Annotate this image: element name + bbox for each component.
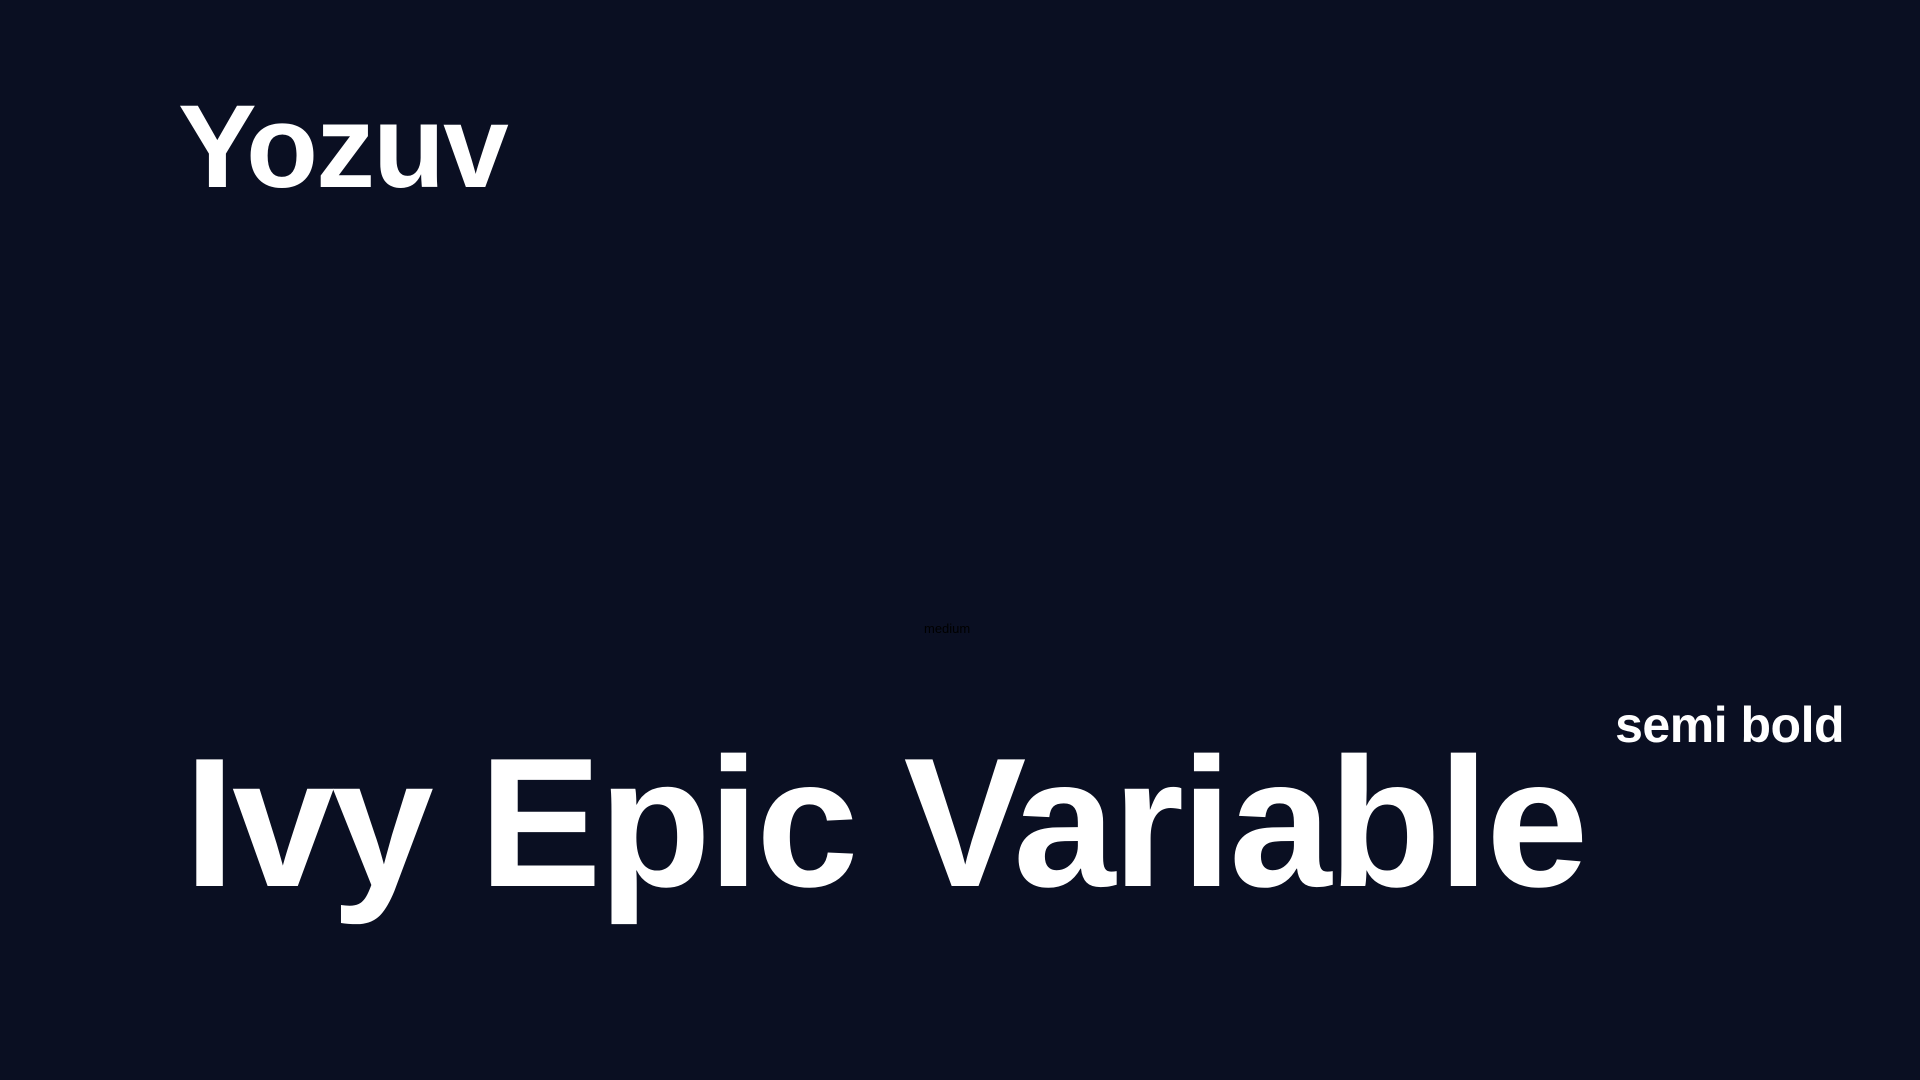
brand-logo-wordmark: Yozuv: [178, 81, 509, 213]
font-name-heading: Ivy Epic Variable: [184, 719, 1588, 925]
weight-label-semibold: semi bold: [1615, 697, 1844, 753]
slide-canvas: Yozuv medium semi bold Ivy Epic Variable: [0, 0, 1920, 1080]
weight-label-medium: medium: [924, 621, 971, 636]
